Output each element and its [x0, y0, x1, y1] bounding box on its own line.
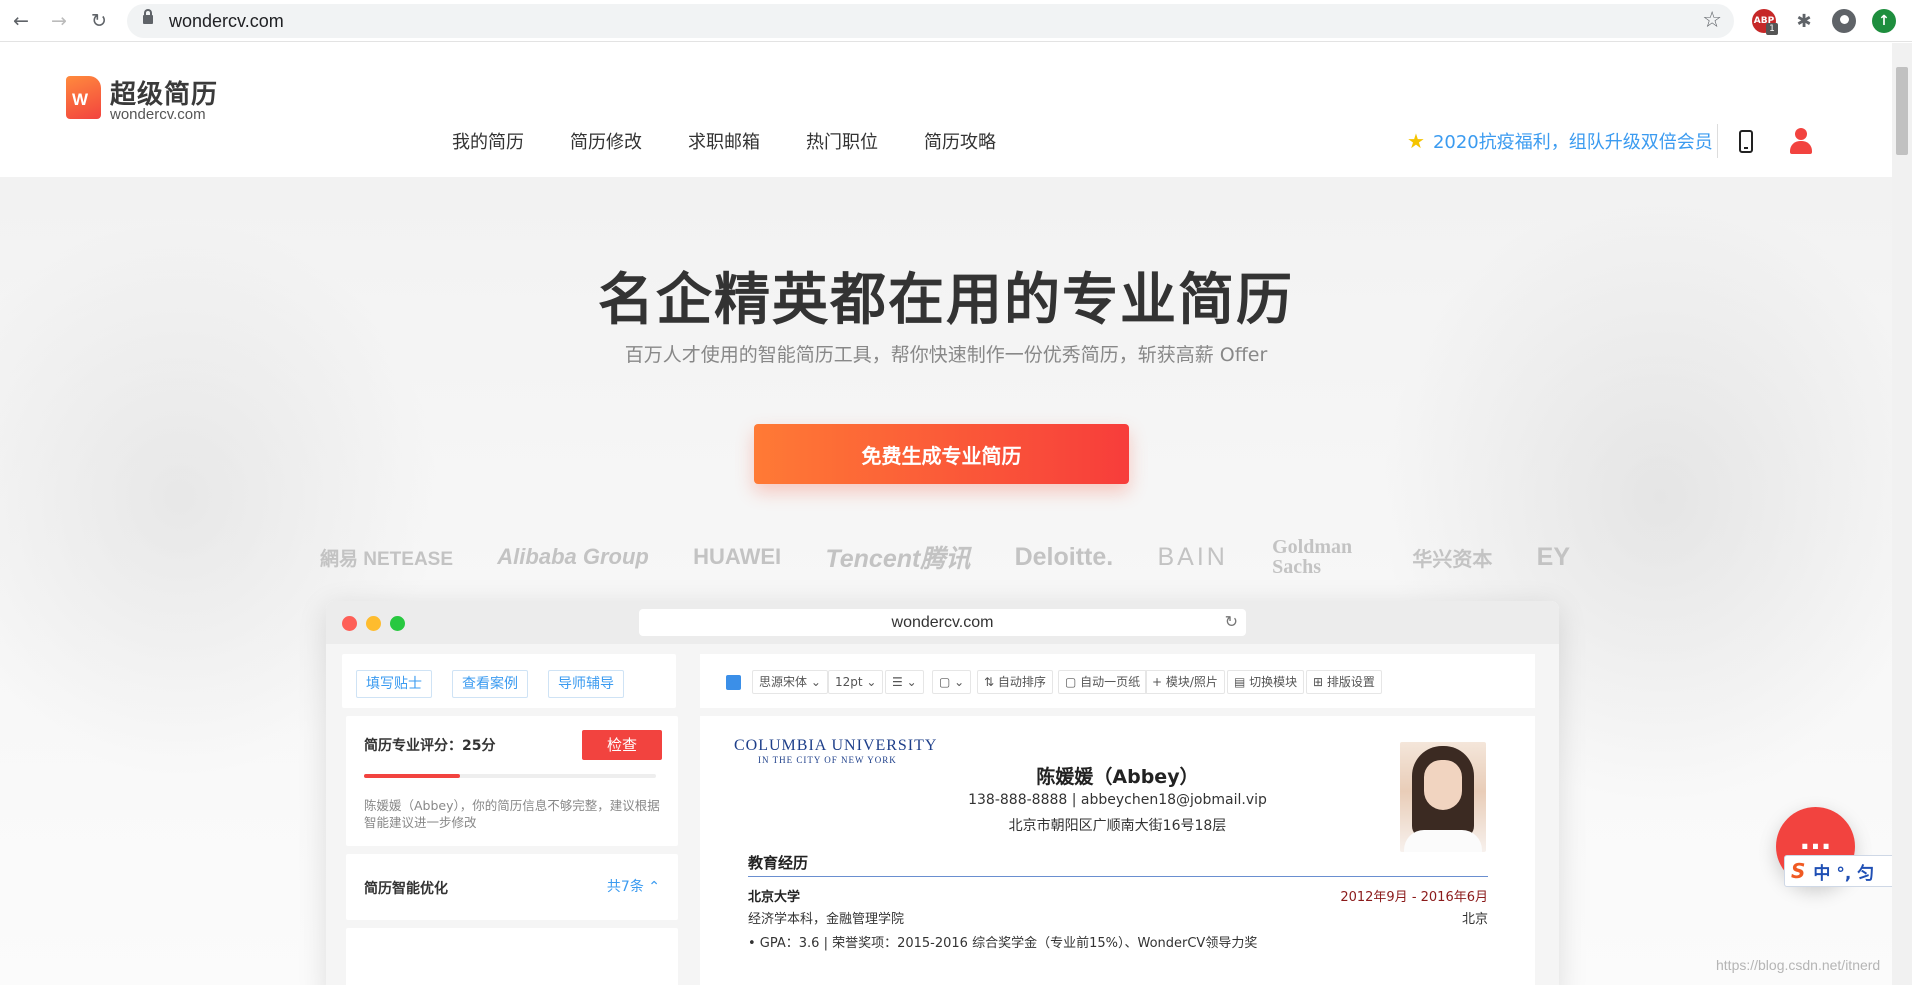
scrollbar-thumb[interactable]: [1896, 67, 1908, 155]
tips-button[interactable]: 填写贴士: [356, 670, 432, 698]
optimize-card[interactable]: 简历智能优化 共7条 ⌃: [346, 854, 678, 920]
resume-photo: [1400, 742, 1486, 852]
preview-body: 填写贴士 查看案例 导师辅导 简历专业评分：25分 检查 陈媛媛（Abbey），…: [326, 644, 1559, 985]
score-title: 简历专业评分：25分: [364, 738, 496, 754]
university-logo-line1: COLUMBIA UNIVERSITY: [734, 737, 938, 754]
university-logo: COLUMBIA UNIVERSITY IN THE CITY OF NEW Y…: [734, 737, 937, 765]
nav-hot-jobs[interactable]: 热门职位: [806, 128, 878, 154]
minimize-dot-icon: [366, 616, 381, 631]
layout-settings-button[interactable]: ⊞ 排版设置: [1306, 670, 1382, 694]
nav-job-mailbox[interactable]: 求职邮箱: [688, 128, 760, 154]
maximize-dot-icon: [390, 616, 405, 631]
score-description: 陈媛媛（Abbey），你的简历信息不够完整，建议根据智能建议进一步修改: [364, 798, 660, 830]
product-preview-window: wondercv.com ↻ 填写贴士 查看案例 导师辅导 简历专业评分：25分…: [326, 601, 1559, 985]
brand-bain-logo: BAIN: [1157, 542, 1228, 571]
examples-button[interactable]: 查看案例: [452, 670, 528, 698]
brand-huawei-logo: HUAWEI: [693, 544, 782, 569]
module-photo-button[interactable]: + 模块/照片: [1145, 670, 1225, 694]
create-resume-button[interactable]: 免费生成专业简历: [754, 424, 1129, 484]
extension-badge: 1: [1766, 23, 1778, 35]
site-header: [0, 43, 1892, 177]
logo-mark[interactable]: W: [66, 76, 101, 119]
lock-icon[interactable]: [143, 9, 153, 24]
education-major: 经济学本科，金融管理学院: [748, 912, 905, 927]
brand-deloitte-logo: Deloitte.: [1014, 542, 1114, 571]
optimize-title: 简历智能优化: [364, 881, 448, 897]
extensions-puzzle-icon[interactable]: ✱: [1792, 9, 1816, 33]
score-card: 简历专业评分：25分 检查 陈媛媛（Abbey），你的简历信息不够完整，建议根据…: [346, 716, 678, 846]
education-city: 北京: [1461, 912, 1488, 927]
editor-toolbar: 思源宋体 ⌄ 12pt ⌄ ☰ ⌄ ▢ ⌄ ⇅ 自动排序 ▢ 自动一页纸 + 模…: [700, 654, 1535, 708]
brand-logos: 網易 NETEASE Alibaba Group HUAWEI Tencent腾…: [320, 532, 1570, 582]
reload-icon[interactable]: ↻: [86, 8, 112, 34]
switch-module-button[interactable]: ▤ 切换模块: [1227, 670, 1305, 694]
optimize-count[interactable]: 共7条 ⌃: [607, 876, 660, 896]
tips-card: 填写贴士 查看案例 导师辅导: [342, 654, 676, 708]
forward-icon[interactable]: →: [46, 8, 72, 34]
page-scrollbar[interactable]: [1892, 43, 1912, 985]
bookmark-star-icon[interactable]: ☆: [1702, 8, 1722, 33]
ime-status[interactable]: 中 °, 匀: [1813, 859, 1874, 884]
preview-reload-icon: ↻: [1224, 614, 1238, 631]
one-page-button[interactable]: ▢ 自动一页纸: [1058, 670, 1148, 694]
education-school: 北京大学: [748, 890, 801, 905]
nav-resume-edit[interactable]: 简历修改: [570, 128, 642, 154]
sogou-ime-icon: S: [1791, 859, 1806, 883]
line-spacing-select[interactable]: ☰ ⌄: [885, 670, 924, 694]
page-format-select[interactable]: ▢ ⌄: [932, 670, 972, 694]
main-nav: 我的简历 简历修改 求职邮箱 热门职位 简历攻略: [452, 128, 996, 154]
hero-subtitle: 百万人才使用的智能简历工具，帮你快速制作一份优秀简历，斩获高薪 Offer: [624, 344, 1268, 366]
mobile-phone-icon[interactable]: [1739, 130, 1753, 153]
user-icon[interactable]: [1790, 128, 1812, 154]
education-date: 2012年9月 - 2016年6月: [1340, 890, 1488, 905]
close-dot-icon: [342, 616, 357, 631]
back-icon[interactable]: ←: [8, 8, 34, 34]
promo-text[interactable]: 2020抗疫福利，组队升级双倍会员: [1433, 128, 1713, 154]
brand-cr-logo: 华兴资本: [1412, 548, 1493, 571]
next-card: [346, 928, 678, 985]
score-progress-bar: [364, 774, 656, 778]
nav-resume-guide[interactable]: 简历攻略: [924, 128, 996, 154]
hero-title: 名企精英都在用的专业简历: [598, 268, 1294, 333]
check-button[interactable]: 检查: [582, 730, 662, 760]
hero-section: 名企精英都在用的专业简历 百万人才使用的智能简历工具，帮你快速制作一份优秀简历，…: [0, 177, 1892, 985]
nav-my-resume[interactable]: 我的简历: [452, 128, 524, 154]
preview-address-bar: wondercv.com ↻: [639, 609, 1246, 636]
brand-netease-logo: 網易 NETEASE: [320, 548, 454, 570]
resume-paper: COLUMBIA UNIVERSITY IN THE CITY OF NEW Y…: [700, 716, 1535, 985]
profile-icon[interactable]: [1832, 9, 1856, 33]
theme-color-swatch[interactable]: [726, 675, 741, 690]
brand-alibaba-logo: Alibaba Group: [497, 544, 649, 569]
logo-subtitle: wondercv.com: [110, 106, 206, 123]
promo-star-icon: ★: [1407, 129, 1425, 153]
promo-link[interactable]: ★ 2020抗疫福利，组队升级双倍会员: [1407, 128, 1713, 154]
watermark: https://blog.csdn.net/itnerd: [1716, 957, 1881, 973]
brand-tencent-logo: Tencent腾讯: [825, 545, 971, 573]
education-heading: 教育经历: [748, 854, 809, 872]
mentor-button[interactable]: 导师辅导: [548, 670, 624, 698]
brand-ey-logo: EY: [1536, 542, 1570, 571]
education-gpa: • GPA：3.6 | 荣誉奖项：2015-2016 综合奖学金（专业前15%）…: [748, 936, 1258, 951]
auto-sort-button[interactable]: ⇅ 自动排序: [977, 670, 1053, 694]
update-icon[interactable]: ↑: [1872, 9, 1896, 33]
brand-goldman-logo: Goldman Sachs: [1272, 536, 1353, 578]
preview-titlebar: wondercv.com ↻: [326, 601, 1559, 644]
education-divider: [748, 876, 1488, 877]
address-url[interactable]: wondercv.com: [169, 11, 284, 32]
font-size-select[interactable]: 12pt ⌄: [828, 670, 884, 694]
browser-toolbar: ← → ↻ wondercv.com ☆ ABP 1 ✱ ↑: [0, 0, 1912, 42]
header-divider: [1717, 124, 1718, 158]
preview-url: wondercv.com: [891, 614, 994, 631]
address-bar[interactable]: wondercv.com ☆: [127, 4, 1734, 38]
ime-toolbar[interactable]: S 中 °, 匀: [1784, 855, 1904, 887]
font-select[interactable]: 思源宋体 ⌄: [752, 670, 828, 694]
score-progress-fill: [364, 774, 461, 778]
